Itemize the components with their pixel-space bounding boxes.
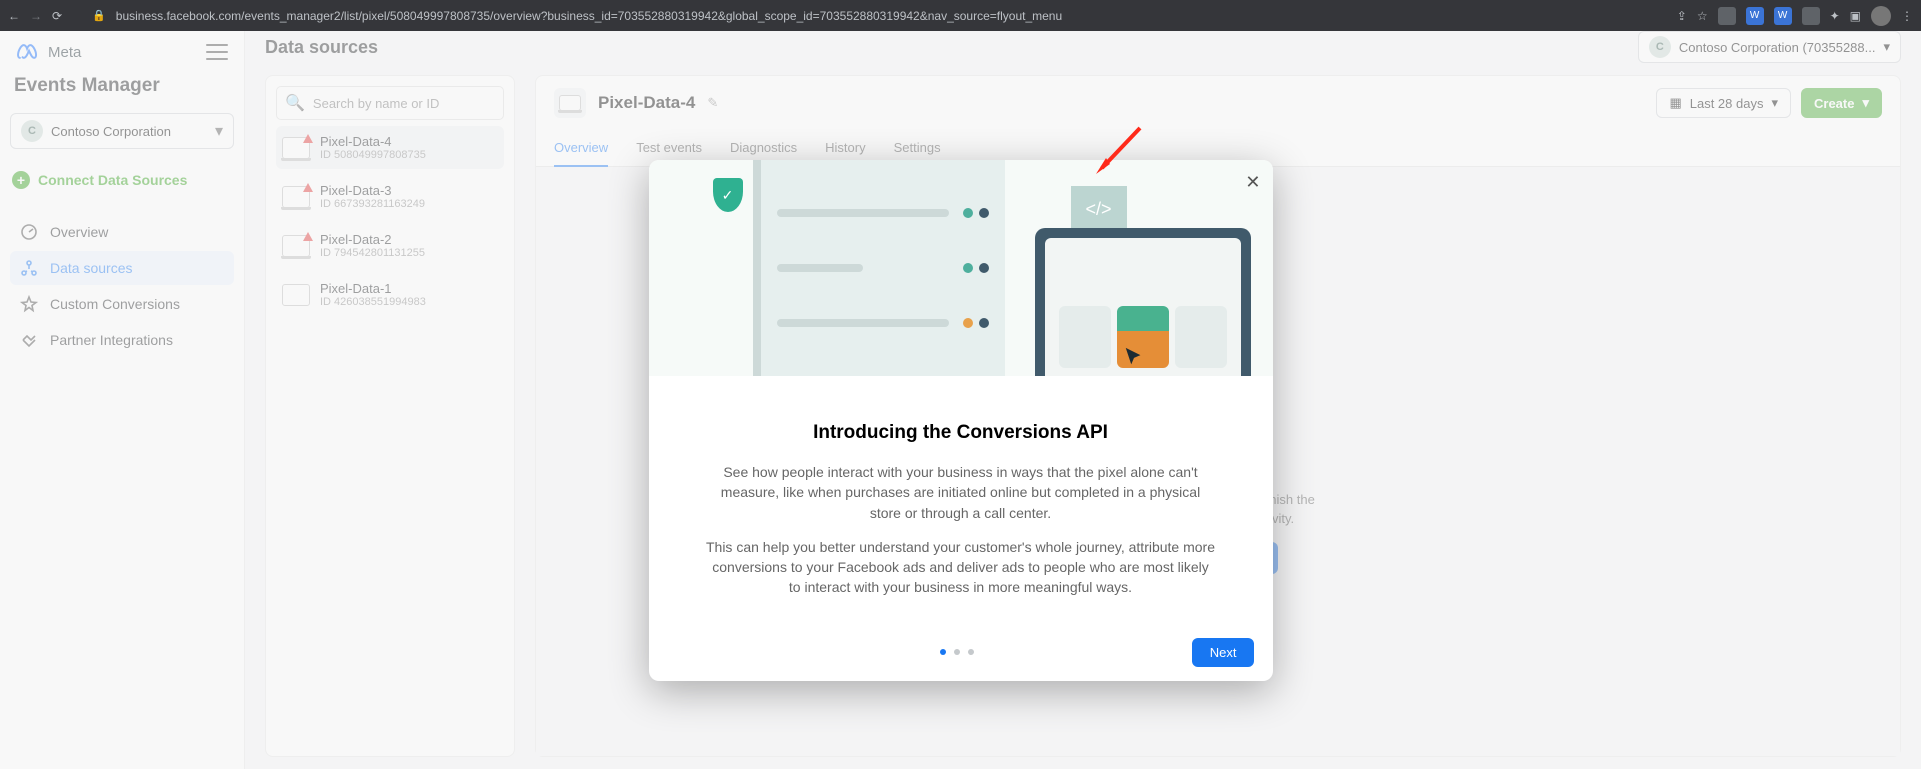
- extension-icon[interactable]: W: [1774, 7, 1792, 25]
- browser-chrome: ← → ⟳ 🔒 business.facebook.com/events_man…: [0, 0, 1921, 31]
- back-icon[interactable]: ←: [8, 9, 20, 23]
- modal-paragraph: See how people interact with your busine…: [705, 462, 1217, 523]
- modal-title: Introducing the Conversions API: [705, 422, 1217, 444]
- page-dot[interactable]: [954, 649, 960, 655]
- star-icon[interactable]: ☆: [1697, 9, 1708, 23]
- kebab-menu-icon[interactable]: ⋮: [1901, 9, 1913, 23]
- close-icon[interactable]: ✕: [1245, 172, 1260, 193]
- code-icon: </>: [1071, 186, 1127, 232]
- intro-modal: ✕ ✓ </> Introducing the Conversions API …: [649, 160, 1273, 681]
- modal-paragraph: This can help you better understand your…: [705, 537, 1217, 598]
- lock-icon: 🔒: [92, 9, 106, 22]
- extension-icon[interactable]: [1718, 7, 1736, 25]
- panel-icon[interactable]: ▣: [1850, 9, 1861, 23]
- forward-icon[interactable]: →: [30, 9, 42, 23]
- extensions-icon[interactable]: ✦: [1830, 9, 1840, 23]
- share-icon[interactable]: ⇪: [1677, 9, 1687, 23]
- address-bar-url[interactable]: business.facebook.com/events_manager2/li…: [116, 9, 1062, 23]
- profile-avatar[interactable]: [1871, 6, 1891, 26]
- page-dot[interactable]: [968, 649, 974, 655]
- reload-icon[interactable]: ⟳: [52, 9, 62, 23]
- shield-icon: ✓: [713, 178, 743, 212]
- page-dot[interactable]: [940, 649, 946, 655]
- modal-hero-illustration: ✕ ✓ </>: [649, 160, 1273, 376]
- extension-icon[interactable]: [1802, 7, 1820, 25]
- cursor-icon: [1123, 346, 1145, 368]
- pagination-dots: [940, 649, 974, 655]
- extension-icon[interactable]: W: [1746, 7, 1764, 25]
- next-button[interactable]: Next: [1192, 638, 1255, 667]
